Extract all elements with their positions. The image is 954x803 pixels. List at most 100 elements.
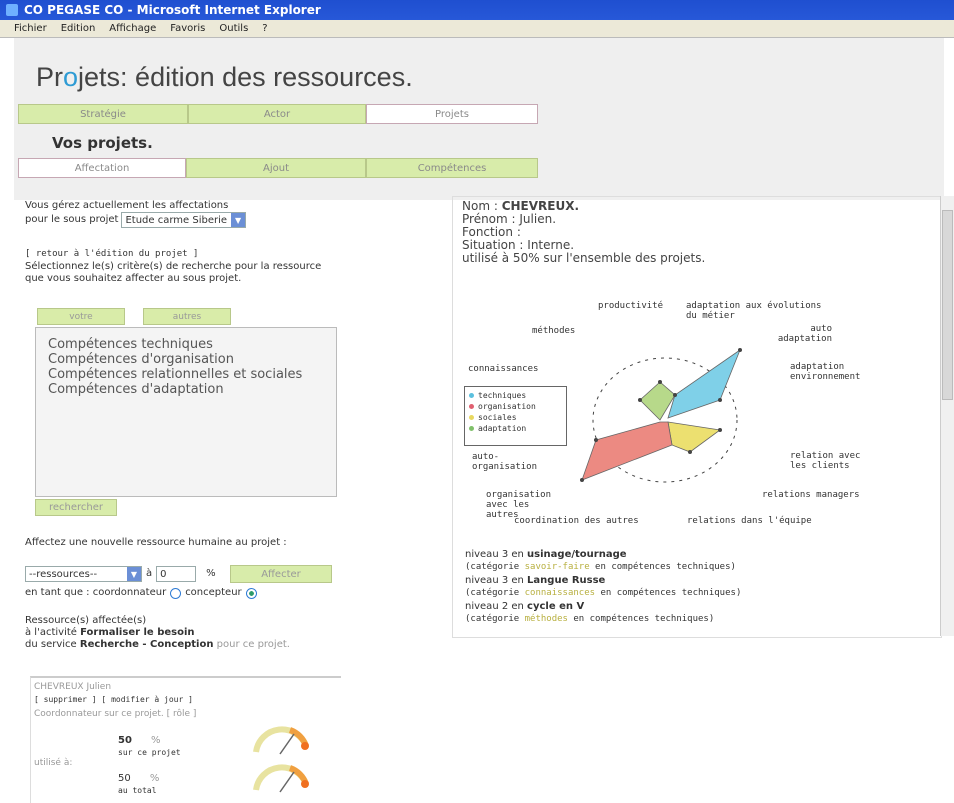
skill-name: Langue Russe	[527, 575, 606, 586]
percent-input-value: 0	[160, 568, 167, 580]
skill-level-prefix: niveau 3 en	[465, 575, 528, 586]
criteria-item[interactable]: Compétences relationnelles et sociales	[48, 367, 302, 382]
usage-label: utilisé à:	[34, 758, 73, 768]
usage-total-unit: %	[149, 773, 160, 784]
designer-radio[interactable]	[245, 587, 257, 599]
tab-actor[interactable]: Actor	[188, 104, 366, 124]
legend-item: adaptation	[469, 423, 562, 434]
menu-bar: Fichier Edition Affichage Favoris Outils…	[0, 20, 954, 38]
radar-legend: techniques organisation sociales adaptat…	[464, 386, 567, 446]
assigned-title: Ressource(s) affectée(s)	[25, 615, 147, 626]
radar-label: relations dans l'équipe	[687, 516, 812, 526]
skill-category-name: connaissances	[524, 588, 596, 598]
resource-links[interactable]: [ supprimer ] [ modifier à jour ]	[34, 694, 193, 706]
menu-file[interactable]: Fichier	[14, 23, 47, 34]
usage-project-value: 50	[118, 735, 132, 746]
skill-category-name: savoir-faire	[524, 562, 590, 572]
tab-ajout[interactable]: Ajout	[186, 158, 366, 178]
gauge-total-icon	[253, 764, 309, 793]
assigned-activity-name: Formaliser le besoin	[80, 627, 195, 638]
radar-label: relation avec les clients	[790, 451, 861, 471]
scrollbar[interactable]	[940, 196, 954, 636]
radar-label: relations managers	[762, 490, 860, 500]
page-title: Projets: édition des ressources.	[36, 62, 413, 93]
skill-name: cycle en V	[527, 601, 585, 612]
coordinator-radio[interactable]	[170, 587, 182, 599]
subproject-row: pour le sous projet Etude carme Siberie ▼	[25, 212, 247, 228]
usage-total-caption: au total	[118, 786, 157, 795]
assigned-activity-prefix: à l'activité	[25, 627, 81, 638]
criteria-item[interactable]: Compétences techniques	[48, 337, 302, 352]
legend-item: techniques	[469, 390, 562, 401]
skill-category-prefix: (catégorie	[465, 562, 525, 572]
skill-name: usinage/tournage	[527, 549, 627, 560]
skill-level: niveau 3 en usinage/tournage	[465, 548, 741, 561]
subproject-select[interactable]: Etude carme Siberie ▼	[121, 212, 247, 228]
usage-project-caption: sur ce projet	[118, 748, 181, 757]
scrollbar-thumb[interactable]	[942, 210, 953, 400]
tab-projets[interactable]: Projets	[366, 104, 538, 124]
skill-category-suffix: en compétences techniques)	[595, 588, 742, 598]
role-alt-label: concepteur	[185, 587, 242, 598]
resource-role: Coordonnateur sur ce projet. [ rôle ]	[34, 709, 197, 719]
percent-input[interactable]: 0	[156, 566, 197, 582]
assign-button[interactable]: Affecter	[230, 565, 332, 583]
skill-category-prefix: (catégorie	[465, 588, 525, 598]
skill-levels: niveau 3 en usinage/tournage (catégorie …	[465, 548, 741, 626]
assign-label: Affectez une nouvelle ressource humaine …	[25, 537, 287, 548]
percent-unit: %	[206, 568, 216, 579]
skill-level-prefix: niveau 2 en	[465, 601, 528, 612]
resource-select-value: --ressources--	[29, 568, 98, 580]
assigned-service-prefix: du service	[25, 639, 80, 650]
window-titlebar: CO PEGASE CO - Microsoft Internet Explor…	[0, 0, 954, 20]
radar-label: auto adaptation	[777, 324, 832, 344]
assigned-activity: à l'activité Formaliser le besoin	[25, 627, 195, 639]
legend-dot-icon	[469, 415, 474, 420]
menu-help[interactable]: ?	[262, 23, 267, 34]
tab-competences[interactable]: Compétences	[366, 158, 538, 178]
back-to-project-link[interactable]: [ retour à l'édition du projet ]	[25, 248, 198, 260]
assigned-service: du service Recherche - Conception pour c…	[25, 639, 290, 651]
page-title-accent: o	[63, 62, 79, 92]
skill-category-prefix: (catégorie	[465, 614, 525, 624]
tab-affectation[interactable]: Affectation	[18, 158, 186, 178]
criteria-tab-votre[interactable]: votre	[37, 308, 125, 325]
menu-tools[interactable]: Outils	[219, 23, 248, 34]
radar-area-techniques	[667, 348, 741, 419]
sub-tabs: Affectation Ajout Compétences	[18, 158, 538, 178]
criteria-instruction-1: Sélectionnez le(s) critère(s) de recherc…	[25, 261, 322, 272]
criteria-list: Compétences techniques Compétences d'org…	[48, 337, 302, 397]
radar-label: connaissances	[468, 364, 539, 374]
menu-view[interactable]: Affichage	[109, 23, 156, 34]
subproject-value: Etude carme Siberie	[125, 214, 228, 226]
radar-label: adaptation aux évolutions du métier	[686, 301, 822, 321]
section-title: Vos projets.	[52, 134, 153, 152]
radar-label: auto-organisation	[472, 452, 538, 472]
window-title: CO PEGASE CO - Microsoft Internet Explor…	[24, 3, 321, 17]
criteria-item[interactable]: Compétences d'organisation	[48, 352, 302, 367]
skill-category: (catégorie connaissances en compétences …	[465, 587, 741, 600]
ie-icon	[6, 4, 18, 16]
tab-strategie[interactable]: Stratégie	[18, 104, 188, 124]
legend-item: organisation	[469, 401, 562, 412]
skill-category: (catégorie méthodes en compétences techn…	[465, 613, 741, 626]
resource-select[interactable]: --ressources-- ▼	[25, 566, 142, 582]
intro-text-2: pour le sous projet	[25, 214, 119, 225]
criteria-item[interactable]: Compétences d'adaptation	[48, 382, 302, 397]
gauge-project-icon	[253, 726, 309, 755]
menu-edit[interactable]: Edition	[61, 23, 96, 34]
legend-label: adaptation	[478, 424, 527, 433]
radar-label: méthodes	[532, 326, 576, 336]
assign-row: --ressources-- ▼ à 0 %	[25, 566, 216, 582]
menu-favorites[interactable]: Favoris	[170, 23, 205, 34]
legend-dot-icon	[469, 404, 474, 409]
legend-dot-icon	[469, 426, 474, 431]
legend-item: sociales	[469, 412, 562, 423]
skill-level: niveau 3 en Langue Russe	[465, 574, 741, 587]
usage-project-unit: %	[151, 735, 161, 746]
name-label: Nom :	[462, 199, 502, 213]
criteria-tab-autres[interactable]: autres	[143, 308, 231, 325]
intro-text-1: Vous gérez actuellement les affectations	[25, 200, 229, 211]
search-button[interactable]: rechercher	[35, 499, 117, 516]
skill-category: (catégorie savoir-faire en compétences t…	[465, 561, 741, 574]
